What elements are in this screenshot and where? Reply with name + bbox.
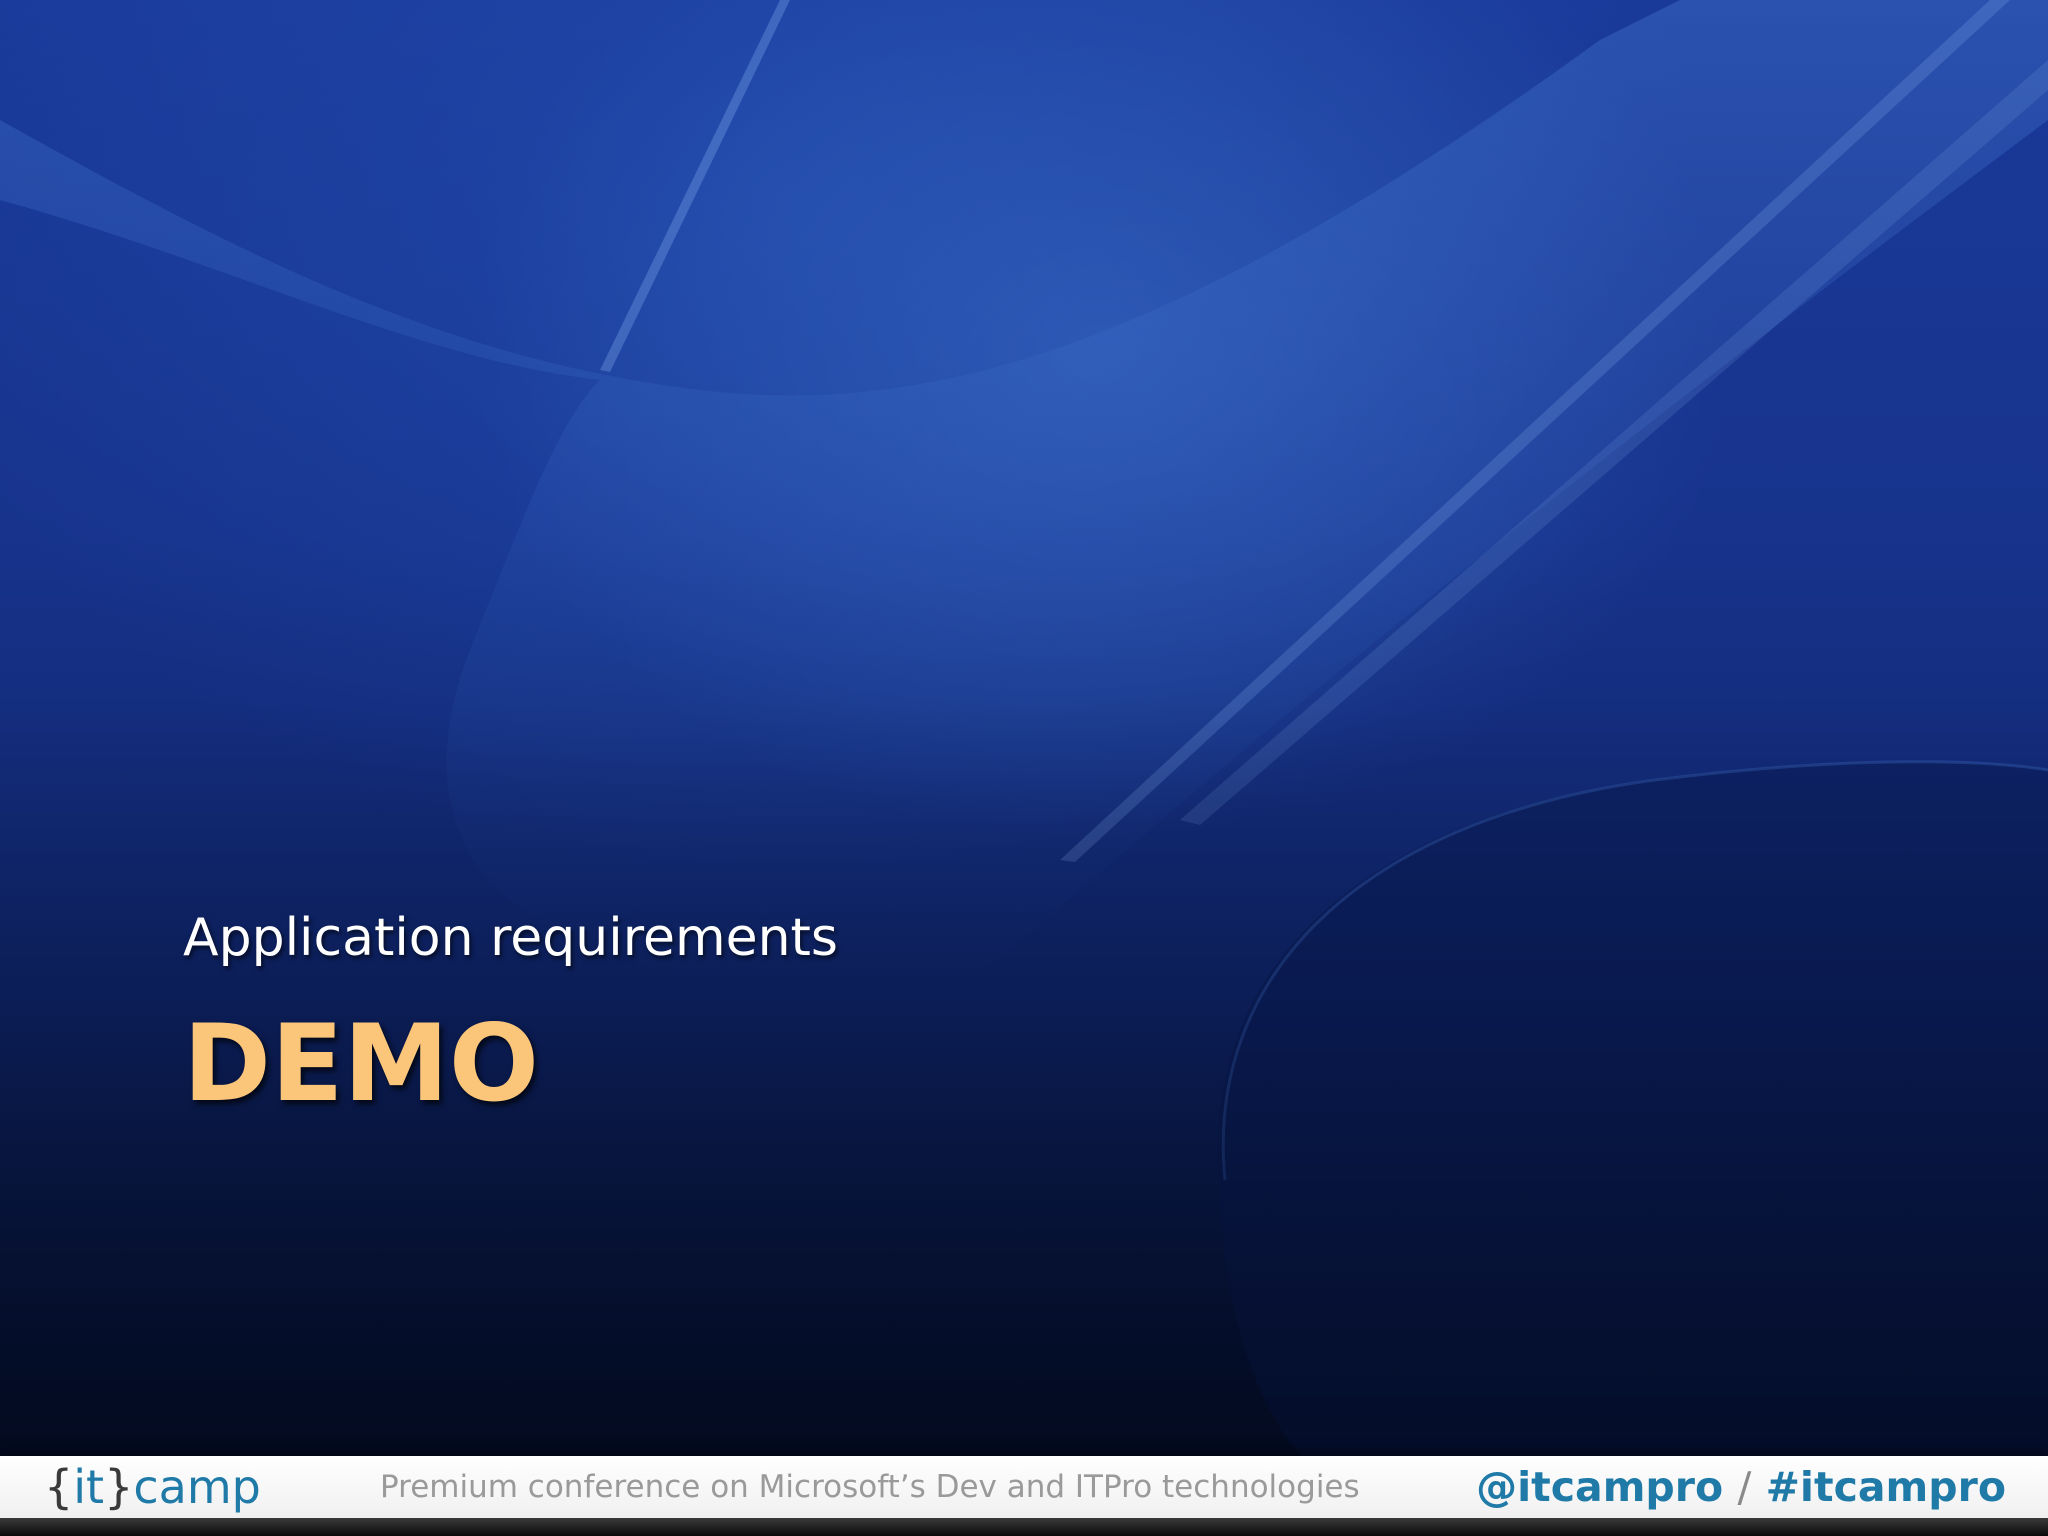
- logo-open-brace: {: [44, 1460, 74, 1514]
- social-separator: /: [1737, 1463, 1752, 1511]
- itcamp-logo: {it}camp: [44, 1458, 261, 1516]
- hashtag: #itcampro: [1765, 1463, 2006, 1511]
- footer-tagline: Premium conference on Microsoft’s Dev an…: [380, 1469, 1360, 1505]
- social-links: @itcampro / #itcampro: [1476, 1458, 2006, 1516]
- slide: Application requirements DEMO {it}camp P…: [0, 0, 2048, 1536]
- twitter-handle: @itcampro: [1476, 1463, 1724, 1511]
- background-waves: [0, 0, 2048, 1456]
- logo-camp: camp: [133, 1460, 261, 1514]
- logo-close-brace: }: [104, 1460, 134, 1514]
- footer-shadow-strip: [0, 1518, 2048, 1536]
- slide-subtitle: Application requirements: [183, 908, 839, 968]
- slide-title: DEMO: [183, 1002, 539, 1125]
- logo-it: it: [73, 1460, 105, 1514]
